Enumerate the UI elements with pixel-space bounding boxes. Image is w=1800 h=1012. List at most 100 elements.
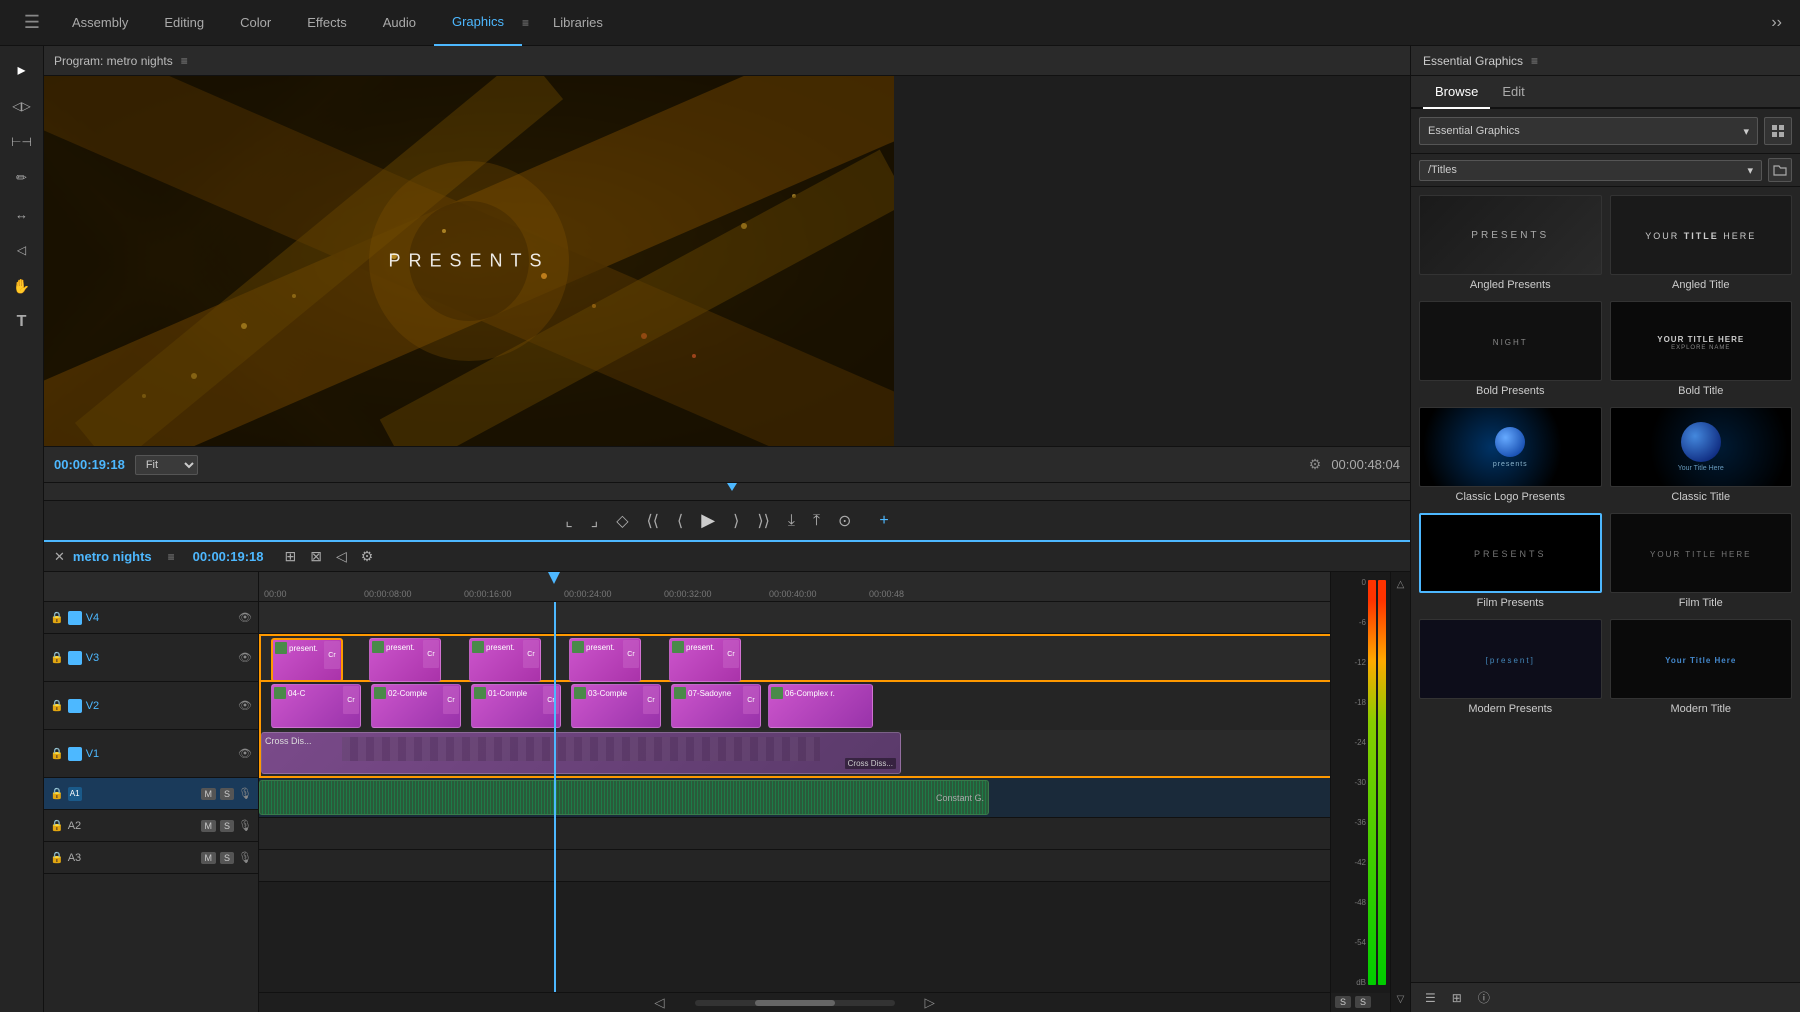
tab-edit[interactable]: Edit [1490, 76, 1536, 109]
text-tool[interactable]: T [6, 306, 38, 338]
timeline-timecode[interactable]: 00:00:19:18 [193, 549, 264, 564]
nav-audio[interactable]: Audio [365, 0, 434, 46]
a3-track[interactable] [259, 850, 1330, 882]
info-button[interactable]: ⓘ [1472, 987, 1496, 1008]
timeline-scroll-down[interactable]: ▽ [1397, 991, 1405, 1008]
program-monitor-menu[interactable]: ≡ [181, 54, 188, 68]
template-angled-presents[interactable]: PRESENTS Angled Presents [1419, 195, 1602, 295]
timeline-settings[interactable]: ⚙ [356, 545, 379, 568]
track-select-tool[interactable]: ◁▷ [6, 90, 38, 122]
go-to-in-button[interactable]: ⟨⟨ [641, 507, 665, 535]
a2-solo-button[interactable]: S [220, 820, 234, 832]
ripple-edit-tool[interactable]: ⊢⊣ [6, 126, 38, 158]
source-dropdown[interactable]: Essential Graphics ▾ [1419, 117, 1758, 145]
filter-dropdown[interactable]: /Titles ▾ [1419, 160, 1762, 181]
template-classic-logo-presents[interactable]: presents Classic Logo Presents [1419, 407, 1602, 507]
v2-clip-6[interactable]: 06-Complex r. [768, 684, 873, 728]
template-film-presents[interactable]: PRESENTS Film Presents [1419, 513, 1602, 613]
a2-lock-icon[interactable]: 🔒 [50, 819, 64, 832]
v3-lock-icon[interactable]: 🔒 [50, 651, 64, 664]
template-angled-title[interactable]: YOUR TITLE HERE Angled Title [1610, 195, 1793, 295]
fit-dropdown[interactable]: Fit 25% 50% 100% [135, 455, 198, 475]
mark-out-button[interactable]: ⌟ [585, 507, 605, 535]
v2-clip-4[interactable]: 03-Comple Cr [571, 684, 661, 728]
v3-eye-icon[interactable]: 👁 [238, 651, 252, 664]
template-classic-title[interactable]: Your Title Here Classic Title [1610, 407, 1793, 507]
selection-tool[interactable]: ▸ [6, 54, 38, 86]
a1-lock-icon[interactable]: 🔒 [50, 787, 64, 800]
v4-lock-icon[interactable]: 🔒 [50, 611, 64, 624]
a1-solo-button[interactable]: S [220, 788, 234, 800]
play-button[interactable]: ▶ [695, 506, 721, 535]
nav-assembly[interactable]: Assembly [54, 0, 146, 46]
monitor-playhead[interactable] [727, 483, 737, 501]
timeline-scroll-up[interactable]: △ [1397, 576, 1405, 593]
current-timecode[interactable]: 00:00:19:18 [54, 457, 125, 472]
tab-browse[interactable]: Browse [1423, 76, 1490, 109]
razor-tool[interactable]: ◁ [6, 234, 38, 266]
a1-mute-button[interactable]: M [201, 788, 217, 800]
a3-lock-icon[interactable]: 🔒 [50, 851, 64, 864]
v2-track[interactable]: 04-C Cr 02-Comple Cr 01-Comple Cr [259, 682, 1330, 730]
template-bold-presents[interactable]: NIGHT Bold Presents [1419, 301, 1602, 401]
v3-clip-4[interactable]: present. Cr [569, 638, 641, 682]
v2-clip-1[interactable]: 04-C Cr [271, 684, 361, 728]
mark-in-button[interactable]: ⌞ [559, 507, 579, 535]
essential-graphics-menu[interactable]: ≡ [1531, 54, 1538, 68]
v2-eye-icon[interactable]: 👁 [238, 699, 252, 712]
camera-button[interactable]: ⊙ [832, 507, 857, 535]
go-to-out-button[interactable]: ⟩⟩ [751, 507, 775, 535]
settings-icon[interactable]: ⚙ [1309, 456, 1322, 473]
a3-mute-button[interactable]: M [201, 852, 217, 864]
zoom-scroll-right[interactable]: ▷ [925, 995, 935, 1011]
step-back-button[interactable]: ⟨ [671, 507, 689, 535]
timeline-close-icon[interactable]: ✕ [54, 549, 65, 565]
grid-view-button[interactable]: ⊞ [1446, 989, 1468, 1007]
v1-main-clip[interactable]: Cross Dis... Cross Diss... [261, 732, 901, 774]
v4-track[interactable] [259, 602, 1330, 634]
a3-mic-icon[interactable]: 🎙 [238, 851, 252, 864]
v2-clip-2[interactable]: 02-Comple Cr [371, 684, 461, 728]
v3-clip-1[interactable]: present. Cr [271, 638, 343, 682]
nav-effects[interactable]: Effects [289, 0, 365, 46]
v1-lock-icon[interactable]: 🔒 [50, 747, 64, 760]
nav-libraries[interactable]: Libraries [535, 0, 621, 46]
zoom-scroll-left[interactable]: ◁ [654, 995, 664, 1011]
nav-more-button[interactable]: ›› [1763, 14, 1790, 32]
manage-button[interactable] [1764, 117, 1792, 145]
template-modern-presents[interactable]: [present] Modern Presents [1419, 619, 1602, 719]
pen-tool[interactable]: ✏ [6, 162, 38, 194]
template-modern-title[interactable]: Your Title Here Modern Title [1610, 619, 1793, 719]
a2-mute-button[interactable]: M [201, 820, 217, 832]
step-forward-button[interactable]: ⟩ [727, 507, 745, 535]
monitor-timeline-ruler[interactable] [44, 482, 1410, 500]
vu-s-button-2[interactable]: S [1355, 996, 1371, 1008]
add-button[interactable]: + [873, 508, 894, 534]
hand-tool[interactable]: ✋ [6, 270, 38, 302]
v2-clip-5[interactable]: 07-Sadoyne Cr [671, 684, 761, 728]
a1-mic-icon[interactable]: 🎙 [238, 787, 252, 800]
v3-track[interactable]: present. Cr present. Cr [259, 634, 1330, 682]
template-bold-title[interactable]: YOUR TITLE HERE EXPLORE NAME Bold Title [1610, 301, 1793, 401]
a3-solo-button[interactable]: S [220, 852, 234, 864]
new-folder-button[interactable] [1768, 158, 1792, 182]
nav-editing[interactable]: Editing [146, 0, 222, 46]
v2-lock-icon[interactable]: 🔒 [50, 699, 64, 712]
insert-button[interactable]: ⤓ [782, 508, 801, 534]
linked-selection[interactable]: ⊠ [305, 545, 327, 568]
v3-clip-5[interactable]: present. Cr [669, 638, 741, 682]
list-view-button[interactable]: ☰ [1419, 989, 1442, 1007]
a1-clip[interactable]: Constant G. [259, 780, 989, 815]
a2-mic-icon[interactable]: 🎙 [238, 819, 252, 832]
vu-s-button-1[interactable]: S [1335, 996, 1351, 1008]
slip-tool[interactable]: ↔ [6, 198, 38, 230]
snap-tool[interactable]: ⊞ [279, 545, 301, 568]
nav-color[interactable]: Color [222, 0, 289, 46]
v4-eye-icon[interactable]: 👁 [238, 611, 252, 624]
a2-track[interactable] [259, 818, 1330, 850]
overwrite-button[interactable]: ⤒ [807, 508, 826, 534]
add-marker[interactable]: ◁ [331, 545, 352, 568]
v3-clip-3[interactable]: present. Cr [469, 638, 541, 682]
v3-clip-2[interactable]: present. Cr [369, 638, 441, 682]
timeline-menu-icon[interactable]: ≡ [168, 550, 175, 564]
